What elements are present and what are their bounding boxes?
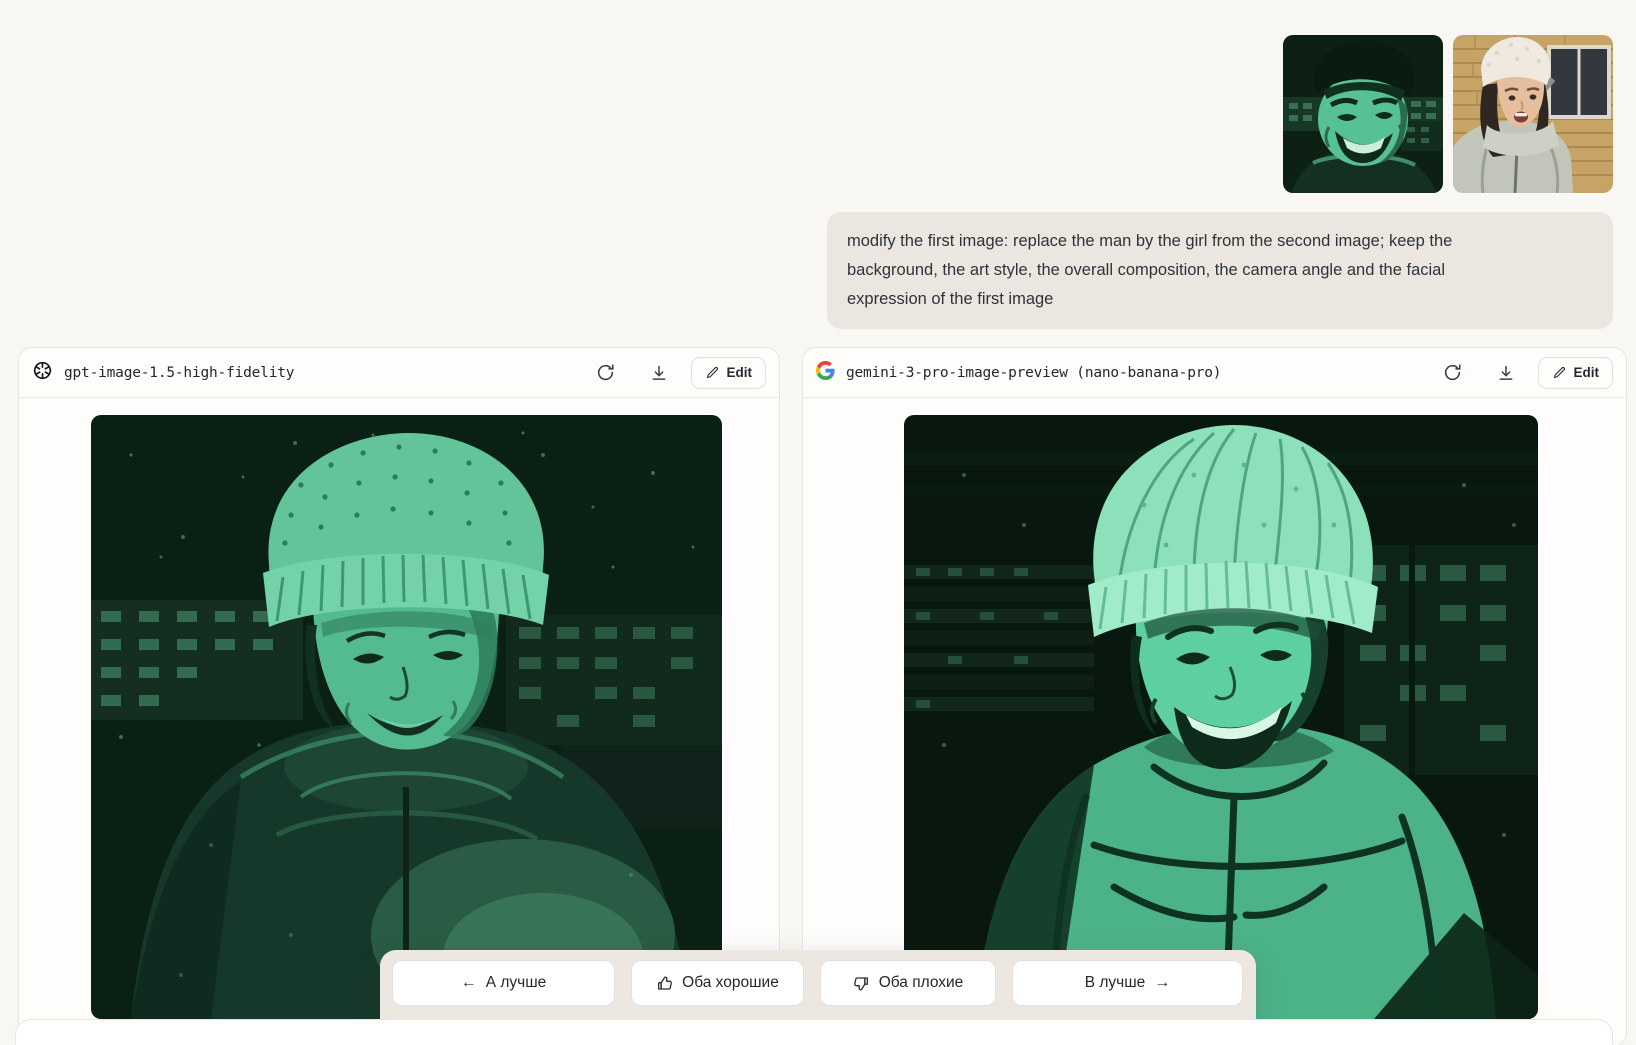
thumbs-down-icon (853, 976, 868, 990)
google-g-icon (815, 360, 835, 385)
edit-button-label: Edit (726, 365, 753, 380)
model-name-b: gemini-3-pro-image-preview (nano-banana-… (846, 364, 1222, 381)
openai-logo-icon (31, 359, 54, 386)
generated-image-b[interactable] (904, 415, 1538, 1019)
generated-image-a[interactable] (91, 415, 722, 1019)
panel-a-canvas (19, 398, 779, 1019)
panel-b-header: gemini-3-pro-image-preview (nano-banana-… (803, 348, 1626, 398)
download-icon (1499, 365, 1512, 380)
image-arena-screen: modify the first image: replace the man … (0, 0, 1636, 1045)
refresh-icon (597, 364, 614, 381)
edit-button-label: Edit (1573, 365, 1600, 380)
prompt-line: background, the art style, the overall c… (847, 261, 1446, 279)
download-button-b[interactable] (1490, 357, 1522, 389)
vote-a-better-button[interactable]: ← А лучше (392, 960, 615, 1006)
edit-button-a[interactable]: Edit (690, 356, 766, 389)
arrow-right-icon: → (1154, 974, 1171, 991)
download-icon (652, 365, 665, 380)
attachment-thumbnail-pixel-man[interactable] (1283, 35, 1443, 193)
refresh-icon (1444, 364, 1461, 381)
attachment-thumbnail-photo-girl[interactable] (1453, 35, 1613, 193)
generated-image-a-art (91, 415, 722, 1019)
panel-a-header: gpt-image-1.5-high-fidelity Edit (19, 348, 779, 398)
regenerate-button-b[interactable] (1437, 357, 1469, 389)
pencil-icon (1553, 366, 1565, 379)
model-panel-a: gpt-image-1.5-high-fidelity Edit (18, 347, 780, 1045)
pencil-icon (706, 366, 718, 379)
vote-b-better-button[interactable]: В лучше → (1012, 960, 1243, 1006)
attachment-thumbnails (1283, 35, 1613, 193)
vote-both-bad-button[interactable]: Оба плохие (820, 960, 996, 1006)
model-name-a: gpt-image-1.5-high-fidelity (64, 364, 295, 381)
arrow-left-icon: ← (460, 974, 477, 991)
prompt-line: expression of the first image (847, 290, 1054, 308)
vote-a-better-label: А лучше (485, 974, 547, 991)
photo-girl-image (1453, 35, 1613, 193)
regenerate-button-a[interactable] (590, 357, 622, 389)
download-button-a[interactable] (643, 357, 675, 389)
user-prompt-bubble: modify the first image: replace the man … (827, 212, 1613, 329)
pixel-man-image (1283, 35, 1443, 193)
panel-b-canvas (803, 398, 1626, 1019)
vote-both-bad-label: Оба плохие (878, 974, 964, 991)
generated-image-b-art (904, 415, 1538, 1019)
model-panel-b: gemini-3-pro-image-preview (nano-banana-… (802, 347, 1627, 1045)
vote-both-good-button[interactable]: Оба хорошие (631, 960, 804, 1006)
edit-button-b[interactable]: Edit (1537, 356, 1613, 389)
thumbs-up-icon (658, 976, 673, 990)
vote-b-better-label: В лучше (1084, 974, 1146, 991)
message-input[interactable] (15, 1019, 1613, 1045)
prompt-line: modify the first image: replace the man … (847, 232, 1453, 250)
vote-both-good-label: Оба хорошие (682, 974, 779, 991)
